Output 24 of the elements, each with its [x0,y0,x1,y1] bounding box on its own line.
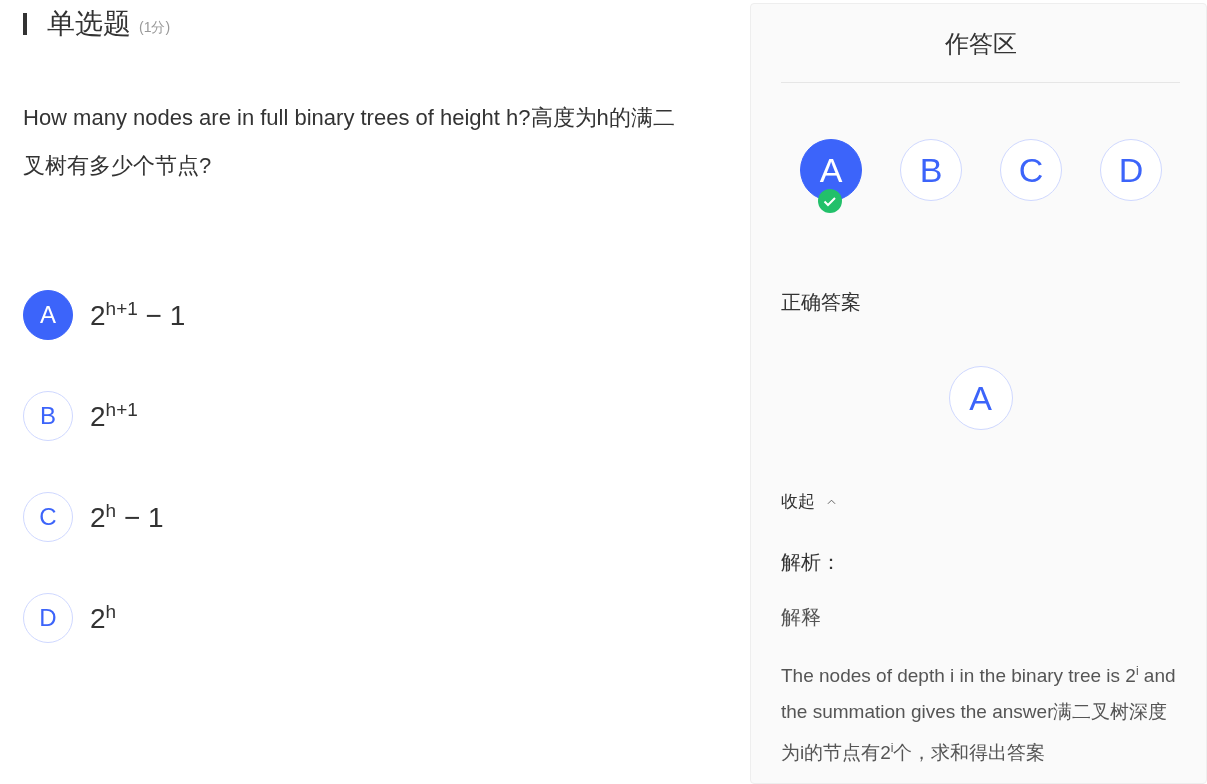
panel-title: 作答区 [781,4,1180,83]
option-text: 2$^{h}$ − 1 [90,499,164,535]
answer-choice[interactable]: C [1000,139,1062,201]
option-text: 2$^{h}$ [90,600,117,636]
answer-choice[interactable]: B [900,139,962,201]
option-letter[interactable]: D [23,593,73,643]
option-text: 2$^{h+1}$ − 1 [90,297,186,333]
answer-choice[interactable]: D [1100,139,1162,201]
option-text: 2$^{h+1}$ [90,398,138,434]
option-letter[interactable]: C [23,492,73,542]
question-type: 单选题 [47,7,131,41]
question-score: (1分) [139,19,171,37]
analysis-label: 解析： [781,550,842,575]
answer-choice[interactable]: A [800,139,862,201]
explanation-text: The nodes of depth i in the binary tree is 2$^{i}$ and the summation gives the answer满二叉树深度为i的节点有2$^{i}$个，求和得出答案 [781,663,1177,766]
collapse-toggle[interactable]: 收起 [781,490,836,513]
correct-answer: A [948,366,1013,430]
option-letter[interactable]: A [23,290,73,340]
title-marker [23,13,27,35]
explanation-title: 解释 [781,605,822,630]
option-letter[interactable]: B [23,391,73,441]
correct-answer-label: 正确答案 [781,290,862,315]
question-text: How many nodes are in full binary trees of height h?高度为h的满二叉树有多少个节点? [23,104,676,180]
caret-icon [827,498,836,505]
